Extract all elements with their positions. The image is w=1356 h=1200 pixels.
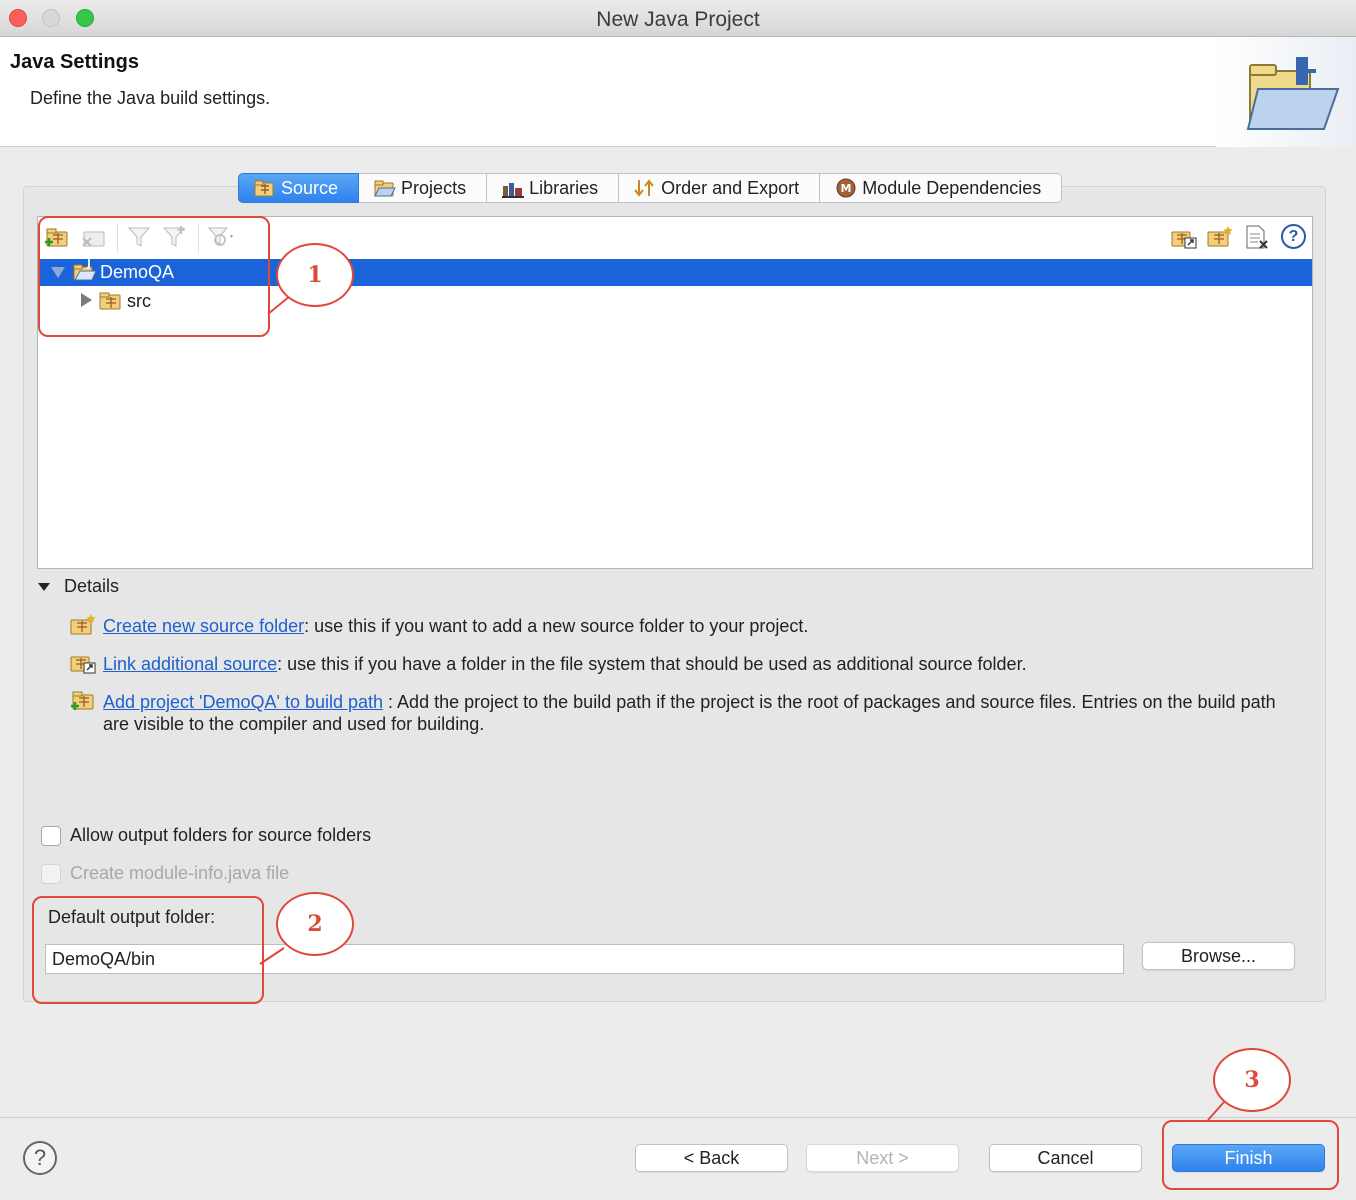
link-additional-source-link[interactable]: Link additional source <box>103 654 277 674</box>
svg-text:M: M <box>841 182 852 195</box>
annotation-box-3 <box>1162 1120 1339 1190</box>
create-source-folder-link[interactable]: Create new source folder <box>103 616 304 636</box>
tab-order-and-export[interactable]: Order and Export <box>619 173 821 203</box>
footer-separator <box>0 1117 1356 1118</box>
projects-icon <box>374 180 396 197</box>
link-source-icon <box>70 656 96 674</box>
add-to-build-path-icon <box>71 691 94 710</box>
new-source-folder-icon <box>70 614 96 635</box>
add-project-to-build-path-link[interactable]: Add project 'DemoQA' to build path <box>103 692 383 712</box>
details-heading: Details <box>64 576 120 596</box>
module-icon: M <box>836 178 856 198</box>
order-export-icon <box>634 179 654 197</box>
page-title: Java Settings <box>10 51 139 73</box>
tab-label: Order and Export <box>661 177 800 198</box>
help-icon[interactable]: ? <box>23 1141 57 1175</box>
link-source-icon[interactable] <box>1170 224 1198 250</box>
tab-projects[interactable]: Projects <box>359 173 488 203</box>
chevron-down-icon <box>38 582 50 591</box>
help-icon[interactable]: ? <box>1281 224 1306 249</box>
annotation-box-2 <box>32 896 264 1004</box>
next-button[interactable]: Next > <box>806 1144 959 1172</box>
detail-item: Create new source folder: use this if yo… <box>103 616 809 636</box>
java-project-wizard-icon <box>1246 57 1340 130</box>
tab-module-dependencies[interactable]: M Module Dependencies <box>820 173 1063 203</box>
new-source-folder-icon[interactable] <box>1206 224 1234 250</box>
tab-source[interactable]: Source <box>238 173 360 203</box>
tab-label: Source <box>281 177 339 198</box>
tab-label: Module Dependencies <box>862 177 1042 198</box>
detail-item: Link additional source: use this if you … <box>103 654 1027 674</box>
libraries-icon <box>502 183 525 198</box>
wizard-header: Java Settings Define the Java build sett… <box>0 37 1356 147</box>
allow-output-folders-checkbox[interactable] <box>41 826 61 846</box>
source-folder-icon <box>254 180 274 197</box>
annotation-bubble-3: 3 <box>1213 1048 1291 1112</box>
annotation-bubble-2: 2 <box>276 892 354 956</box>
window-titlebar: New Java Project <box>0 0 1356 37</box>
detail-item: Add project 'DemoQA' to build path : Add… <box>103 692 1276 734</box>
settings-tabs: Source Projects Libraries Order and Expo… <box>238 173 1063 203</box>
tab-libraries[interactable]: Libraries <box>487 173 620 203</box>
annotation-box-1 <box>38 216 270 337</box>
back-button[interactable]: < Back <box>635 1144 788 1172</box>
create-module-info-label: Create module-info.java file <box>70 863 290 883</box>
remove-entries-icon[interactable] <box>1243 224 1271 250</box>
create-module-info-checkbox[interactable] <box>41 864 61 884</box>
browse-button[interactable]: Browse... <box>1142 942 1295 970</box>
annotation-bubble-1: 1 <box>276 243 354 307</box>
details-toggle[interactable]: Details <box>38 576 119 597</box>
allow-output-folders-label: Allow output folders for source folders <box>70 825 372 845</box>
window-title: New Java Project <box>596 8 760 31</box>
page-subtitle: Define the Java build settings. <box>30 88 271 108</box>
cancel-button[interactable]: Cancel <box>989 1144 1142 1172</box>
tab-label: Libraries <box>529 177 599 198</box>
tab-label: Projects <box>401 177 467 198</box>
